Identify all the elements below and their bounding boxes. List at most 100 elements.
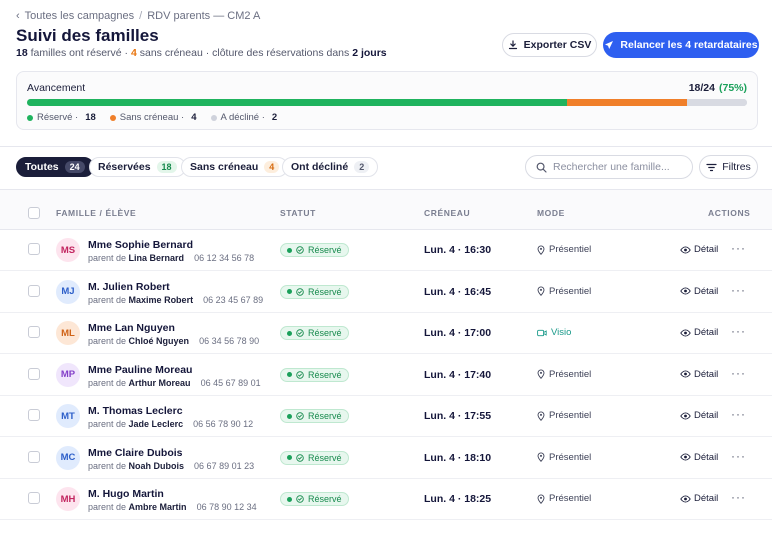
table-row[interactable]: MP Mme Pauline Moreau parent de Arthur Mor…	[0, 355, 772, 396]
relance-retardataires-button[interactable]: Relancer les 4 retardataires	[603, 32, 759, 58]
family-name[interactable]: M. Hugo Martin	[88, 488, 164, 500]
row-checkbox[interactable]	[28, 450, 40, 463]
check-circle-icon	[296, 329, 304, 337]
student-name: Jade Leclerc	[128, 419, 184, 429]
row-checkbox[interactable]	[28, 492, 40, 504]
student-name: Chloé Nguyen	[128, 336, 190, 346]
progress-count-value: 18/24	[688, 82, 715, 94]
progress-segment-reserved	[27, 99, 567, 106]
column-mode: MODE	[537, 208, 565, 218]
meeting-mode: Présentiel	[537, 369, 591, 380]
detail-button[interactable]: Détail	[680, 244, 718, 255]
column-slot: CRÉNEAU	[424, 208, 471, 218]
detail-label: Détail	[694, 285, 719, 297]
student-info: parent de Arthur Moreau 06 45 67 89 01	[88, 378, 261, 388]
tab-ont-decline[interactable]: Ont décliné 2	[282, 157, 379, 177]
phone-number: 06 56 78 90 12	[193, 419, 254, 429]
meeting-mode: Présentiel	[537, 452, 591, 463]
row-checkbox[interactable]	[28, 326, 40, 338]
legend-label: Réservé ·	[37, 112, 79, 123]
mode-label: Présentiel	[549, 285, 592, 297]
detail-button[interactable]: Détail	[680, 452, 718, 463]
select-all-checkbox[interactable]	[28, 207, 40, 219]
legend-item: Réservé · 18	[27, 112, 96, 123]
more-actions-icon[interactable]: ···	[731, 449, 746, 463]
parent-prefix: parent de	[88, 377, 127, 388]
status-dot	[287, 372, 292, 377]
phone-number: 06 45 67 89 01	[200, 377, 261, 388]
family-name[interactable]: M. Thomas Leclerc	[88, 405, 183, 417]
check-circle-icon	[296, 370, 304, 379]
slot-time: Lun. 4 · 17:00	[424, 327, 492, 339]
column-actions: ACTIONS	[708, 208, 751, 218]
mode-label: Présentiel	[549, 244, 592, 255]
breadcrumb-back-link[interactable]: Toutes les campagnes	[25, 10, 134, 22]
check-circle-icon	[296, 246, 304, 254]
send-icon	[605, 41, 614, 49]
status-dot	[287, 413, 292, 419]
family-name[interactable]: Mme Claire Dubois	[88, 447, 183, 459]
column-status: STATUT	[280, 208, 316, 218]
row-checkbox[interactable]	[28, 367, 40, 380]
page-title: Suivi des familles	[16, 26, 159, 45]
chevron-left-icon[interactable]: ‹	[16, 10, 20, 22]
status-label: Réservé	[308, 411, 342, 421]
meeting-mode: Présentiel	[537, 493, 591, 504]
row-checkbox[interactable]	[28, 409, 40, 421]
table-row[interactable]: MC Mme Claire Dubois parent de Noah Dubois…	[0, 438, 772, 479]
filters-button[interactable]: Filtres	[699, 155, 758, 179]
tab-toutes[interactable]: Toutes 24	[16, 157, 94, 177]
table-row[interactable]: MJ M. Julien Robert parent de Maxime Rober…	[0, 272, 772, 313]
table-row[interactable]: MH M. Hugo Martin parent de Ambre Martin 06…	[0, 479, 772, 520]
family-name[interactable]: Mme Pauline Moreau	[88, 364, 192, 376]
family-name[interactable]: Mme Sophie Bernard	[88, 239, 193, 251]
phone-number: 06 23 45 67 89	[203, 294, 264, 305]
more-actions-icon[interactable]: ···	[731, 407, 746, 421]
tab-reservees[interactable]: Réservées 18	[89, 157, 186, 177]
tab-sans-creneau[interactable]: Sans créneau 4	[181, 157, 289, 177]
more-actions-icon[interactable]: ···	[731, 366, 746, 380]
status-label: Réservé	[308, 494, 342, 504]
avatar: MH	[56, 487, 80, 511]
mode-label: Présentiel	[549, 451, 592, 463]
detail-label: Détail	[694, 493, 719, 504]
row-checkbox[interactable]	[28, 284, 40, 297]
table-row[interactable]: ML Mme Lan Nguyen parent de Chloé Nguyen 06…	[0, 313, 772, 354]
status-label: Réservé	[308, 369, 342, 380]
family-name[interactable]: Mme Lan Nguyen	[88, 322, 175, 334]
table-header: FAMILLE / ÉLÈVE STATUT CRÉNEAU MODE ACTI…	[0, 190, 772, 230]
phone-number: 06 12 34 56 78	[194, 253, 255, 263]
more-actions-icon[interactable]: ···	[731, 241, 746, 255]
detail-button[interactable]: Détail	[680, 369, 718, 380]
detail-button[interactable]: Détail	[680, 327, 718, 338]
legend-count: 18	[85, 112, 96, 123]
student-info: parent de Noah Dubois 06 67 89 01 23	[88, 461, 254, 471]
status-badge: Réservé	[280, 409, 349, 423]
more-actions-icon[interactable]: ···	[731, 283, 746, 297]
phone-number: 06 67 89 01 23	[194, 460, 255, 471]
avatar: MC	[56, 445, 80, 470]
table-row[interactable]: MS Mme Sophie Bernard parent de Lina Berna…	[0, 230, 772, 271]
status-badge: Réservé	[280, 492, 349, 506]
column-family: FAMILLE / ÉLÈVE	[56, 208, 137, 218]
avatar: MS	[56, 238, 80, 262]
status-label: Réservé	[308, 328, 342, 338]
search-input[interactable]: Rechercher une famille...	[553, 161, 670, 173]
detail-button[interactable]: Détail	[680, 493, 718, 504]
detail-button[interactable]: Détail	[680, 286, 718, 297]
detail-button[interactable]: Détail	[680, 410, 718, 421]
export-csv-button[interactable]: Exporter CSV	[502, 33, 597, 57]
progress-card: Avancement 18/24 (75%) Réservé · 18 Sans cr…	[16, 71, 758, 130]
family-name[interactable]: M. Julien Robert	[88, 281, 170, 293]
status-badge: Réservé	[280, 326, 349, 340]
avatar: MJ	[56, 279, 80, 304]
more-actions-icon[interactable]: ···	[731, 490, 746, 504]
eye-icon	[680, 328, 691, 337]
phone-number: 06 34 56 78 90	[199, 336, 260, 346]
table-row[interactable]: MT M. Thomas Leclerc parent de Jade Lecler…	[0, 396, 772, 437]
row-checkbox[interactable]	[28, 243, 40, 255]
student-name: Arthur Moreau	[128, 377, 191, 388]
more-actions-icon[interactable]: ···	[731, 324, 746, 338]
eye-icon	[680, 494, 691, 503]
search-box[interactable]: Rechercher une famille...	[525, 155, 693, 179]
